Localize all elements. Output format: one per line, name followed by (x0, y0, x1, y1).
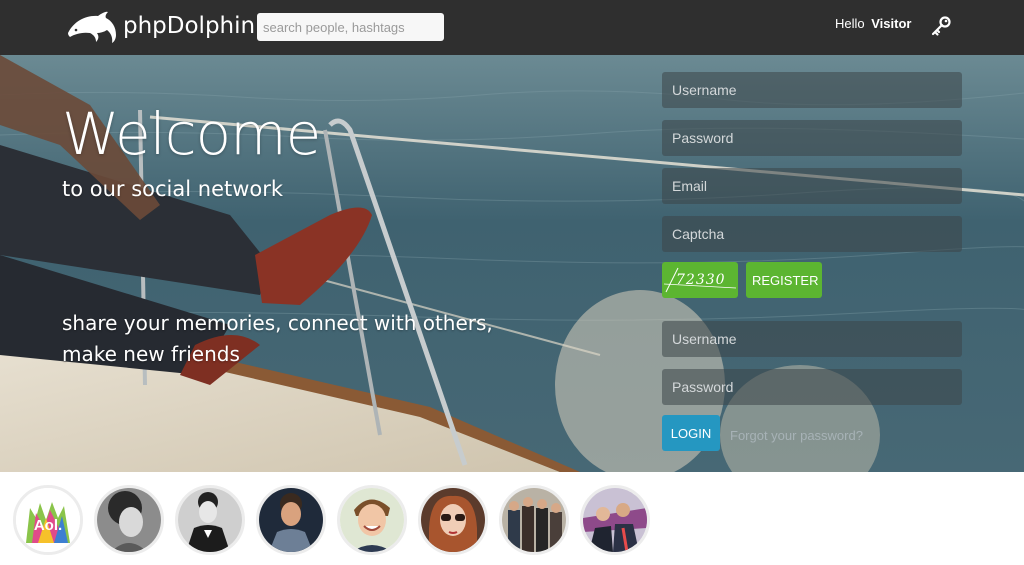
captcha-noise (663, 267, 737, 293)
tagline-line-1: share your memories, connect with others… (62, 311, 493, 335)
avatar-strip: Aol. (0, 472, 1024, 565)
avatar-image: Aol. (16, 488, 80, 552)
top-navbar: phpDolphin Hello Visitor (0, 0, 1024, 55)
forgot-password-link[interactable]: Forgot your password? (730, 428, 863, 443)
avatar-image (502, 488, 566, 552)
svg-text:Aol.: Aol. (34, 517, 62, 534)
avatar-woman-bw[interactable] (94, 485, 164, 555)
login-button[interactable]: LOGIN (662, 415, 720, 451)
avatar-boy-smile[interactable] (337, 485, 407, 555)
avatar-image (178, 488, 242, 552)
avatar-woman-glasses[interactable] (418, 485, 488, 555)
login-password-input[interactable] (662, 369, 962, 405)
hero-subtitle: to our social network (62, 177, 284, 201)
hero-section: Welcome to our social network share your… (0, 55, 1024, 472)
avatar-group[interactable] (580, 485, 650, 555)
tagline-line-2: make new friends (62, 342, 240, 366)
hero-title: Welcome (62, 100, 321, 168)
avatar-image (421, 488, 485, 552)
avatar-band[interactable] (499, 485, 569, 555)
avatar-image (583, 488, 647, 552)
hero-tagline: share your memories, connect with others… (62, 308, 522, 370)
avatar-image (97, 488, 161, 552)
captcha-input[interactable] (662, 216, 962, 252)
register-button[interactable]: REGISTER (746, 262, 822, 298)
username-label: Visitor (871, 16, 912, 31)
brand-name[interactable]: phpDolphin (123, 13, 255, 39)
captcha-image: 72330 (662, 262, 738, 298)
greeting-text: Hello (835, 16, 865, 31)
greeting: Hello Visitor (835, 16, 911, 31)
register-username-input[interactable] (662, 72, 962, 108)
dolphin-logo-icon[interactable] (66, 9, 118, 45)
avatar-image (259, 488, 323, 552)
login-username-input[interactable] (662, 321, 962, 357)
register-email-input[interactable] (662, 168, 962, 204)
avatar-aol[interactable]: Aol. (13, 485, 83, 555)
search-input[interactable] (257, 13, 444, 41)
register-password-input[interactable] (662, 120, 962, 156)
avatar-man-suit[interactable] (175, 485, 245, 555)
key-icon[interactable] (930, 15, 952, 37)
avatar-image (340, 488, 404, 552)
avatar-man-dark[interactable] (256, 485, 326, 555)
